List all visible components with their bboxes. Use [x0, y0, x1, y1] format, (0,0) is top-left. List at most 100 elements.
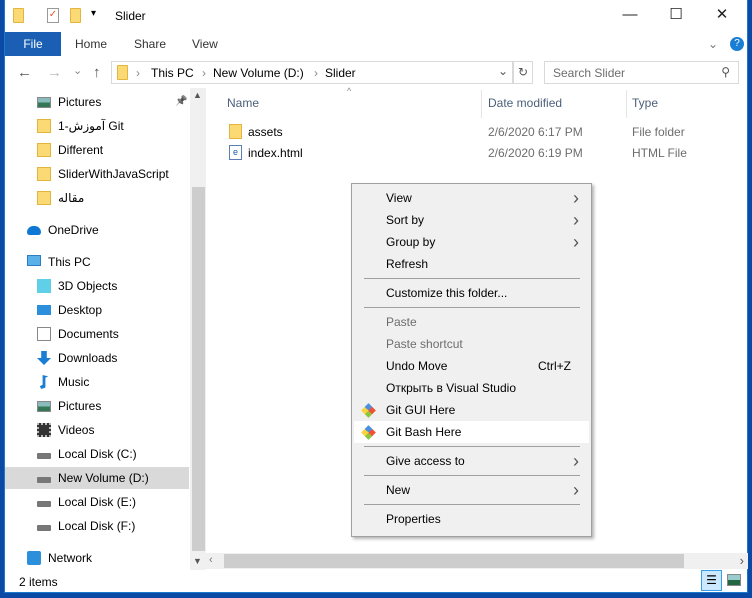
- menu-item[interactable]: Paste shortcut: [354, 333, 589, 355]
- address-bar[interactable]: › This PC › New Volume (D:) › Slider ⌄: [111, 61, 513, 84]
- column-name[interactable]: Name: [227, 96, 259, 110]
- menu-item[interactable]: Properties: [354, 508, 589, 530]
- search-input[interactable]: Search Slider ⚲: [544, 61, 739, 84]
- html-file-icon: e: [229, 145, 242, 160]
- download-icon: [37, 351, 51, 365]
- breadcrumb-new-volume[interactable]: New Volume (D:): [213, 66, 304, 80]
- details-view-button[interactable]: ☰: [701, 570, 722, 591]
- menu-item[interactable]: Git GUI Here: [354, 399, 589, 421]
- sidebar-item[interactable]: Local Disk (F:): [5, 515, 189, 537]
- forward-button[interactable]: →: [47, 64, 62, 81]
- menu-item[interactable]: View ›: [354, 187, 589, 209]
- large-icons-view-button[interactable]: [727, 574, 741, 586]
- sidebar-item[interactable]: Different: [5, 139, 189, 161]
- menu-item[interactable]: Group by ›: [354, 231, 589, 253]
- sidebar-item[interactable]: Downloads: [5, 347, 189, 369]
- desktop-icon: [37, 305, 51, 315]
- properties-icon[interactable]: ✓: [47, 8, 59, 23]
- minimize-button[interactable]: —: [607, 0, 653, 30]
- sidebar-item[interactable]: Local Disk (E:): [5, 491, 189, 513]
- sidebar-item[interactable]: 1-آموزش Git: [5, 115, 189, 137]
- file-row[interactable]: e index.html 2/6/2020 6:19 PM HTML File: [221, 143, 741, 163]
- sidebar-item[interactable]: Pictures: [5, 395, 189, 417]
- back-button[interactable]: ←: [17, 64, 32, 81]
- menu-item[interactable]: Открыть в Visual Studio: [354, 377, 589, 399]
- sidebar-scroll-thumb[interactable]: [192, 187, 205, 551]
- column-type[interactable]: Type: [632, 96, 658, 110]
- menu-item[interactable]: Paste: [354, 311, 589, 333]
- breadcrumb-this-pc[interactable]: This PC: [151, 66, 194, 80]
- sidebar-item-label: Desktop: [58, 303, 103, 317]
- column-date-modified[interactable]: Date modified: [488, 96, 562, 110]
- drive-icon: [37, 453, 51, 459]
- menu-item-shortcut: Ctrl+Z: [538, 359, 571, 373]
- pin-icon[interactable]: 📌: [175, 91, 187, 113]
- menu-item-label: Открыть в Visual Studio: [386, 381, 516, 395]
- sidebar-item[interactable]: OneDrive: [5, 219, 189, 241]
- menu-separator: [364, 504, 580, 505]
- menu-item[interactable]: Give access to ›: [354, 450, 589, 472]
- close-button[interactable]: ✕: [699, 0, 745, 30]
- menu-item[interactable]: Refresh: [354, 253, 589, 275]
- sidebar-item[interactable]: SliderWithJavaScript: [5, 163, 189, 185]
- file-row[interactable]: assets 2/6/2020 6:17 PM File folder: [221, 122, 741, 142]
- tab-view[interactable]: View: [192, 32, 218, 56]
- sidebar-item[interactable]: Music: [5, 371, 189, 393]
- chevron-right-icon: ›: [573, 232, 579, 252]
- menu-item-label: View: [386, 191, 412, 205]
- help-icon[interactable]: ?: [730, 37, 744, 51]
- maximize-button[interactable]: ☐: [653, 0, 699, 30]
- breadcrumb-slider[interactable]: Slider: [325, 66, 356, 80]
- tab-file[interactable]: File: [5, 32, 61, 56]
- git-icon: [361, 403, 376, 418]
- navigation-pane: Pictures 📌 1-آموزش Git Different SliderWithJ…: [5, 88, 190, 570]
- folder-icon: [37, 167, 51, 181]
- sidebar-item-label: Network: [48, 551, 93, 565]
- sort-indicator-icon: ^: [347, 86, 352, 96]
- customize-toolbar-icon[interactable]: ▾: [91, 8, 96, 19]
- menu-item-label: Undo Move: [386, 359, 448, 373]
- menu-item[interactable]: Git Bash Here: [354, 421, 589, 443]
- new-folder-icon[interactable]: [70, 8, 81, 23]
- refresh-button[interactable]: ↻: [513, 61, 533, 84]
- search-icon: ⚲: [721, 65, 730, 79]
- up-button[interactable]: ↑: [93, 64, 101, 81]
- horizontal-scrollbar[interactable]: ‹ ›: [206, 553, 748, 569]
- onedrive-icon: [27, 226, 41, 235]
- sidebar-item-label: Pictures: [58, 399, 102, 413]
- context-menu: View › Sort by › Group by › Refresh Customize t…: [351, 183, 592, 537]
- sidebar-item-label: Local Disk (C:): [58, 447, 137, 461]
- file-date: 2/6/2020 6:17 PM: [488, 125, 583, 139]
- sidebar-item[interactable]: مقاله: [5, 187, 189, 209]
- expand-ribbon-icon[interactable]: ⌄: [708, 32, 718, 56]
- sidebar-item-label: Videos: [58, 423, 95, 437]
- sidebar-item[interactable]: This PC: [5, 251, 189, 273]
- recent-locations-button[interactable]: ⌄: [73, 64, 82, 77]
- sidebar-item[interactable]: Local Disk (C:): [5, 443, 189, 465]
- sidebar-item-label: Pictures: [58, 95, 102, 109]
- menu-separator: [364, 278, 580, 279]
- menu-item[interactable]: Sort by ›: [354, 209, 589, 231]
- scroll-down-icon[interactable]: ▼: [193, 556, 202, 566]
- music-icon: [39, 375, 49, 389]
- menu-item[interactable]: Undo Move Ctrl+Z: [354, 355, 589, 377]
- menu-item[interactable]: New ›: [354, 479, 589, 501]
- sidebar-item[interactable]: New Volume (D:): [5, 467, 189, 489]
- horizontal-scroll-thumb[interactable]: [224, 554, 684, 568]
- sidebar-item[interactable]: Desktop: [5, 299, 189, 321]
- file-type: File folder: [632, 125, 685, 139]
- address-dropdown-icon[interactable]: ⌄: [498, 64, 508, 78]
- sidebar-item[interactable]: Network: [5, 547, 189, 569]
- scroll-up-icon[interactable]: ▲: [193, 90, 202, 100]
- computer-icon: [27, 255, 41, 266]
- sidebar-item[interactable]: Videos: [5, 419, 189, 441]
- menu-item[interactable]: Customize this folder...: [354, 282, 589, 304]
- sidebar-item-label: 3D Objects: [58, 279, 118, 293]
- tab-share[interactable]: Share: [134, 32, 166, 56]
- videos-icon: [37, 423, 51, 437]
- tab-home[interactable]: Home: [75, 32, 107, 56]
- chevron-right-icon: ›: [573, 480, 579, 500]
- sidebar-item[interactable]: Pictures 📌: [5, 91, 189, 113]
- sidebar-item[interactable]: Documents: [5, 323, 189, 345]
- sidebar-item[interactable]: 3D Objects: [5, 275, 189, 297]
